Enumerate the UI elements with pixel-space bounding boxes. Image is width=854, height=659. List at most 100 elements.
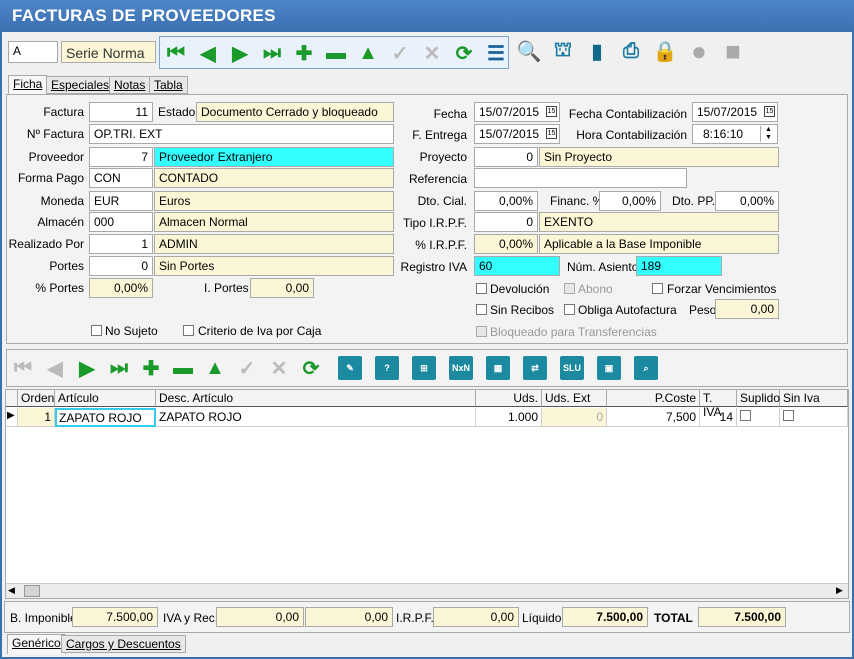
column-header[interactable]: Sin Iva	[780, 390, 848, 407]
tab-cargos-descuentos[interactable]: Cargos y Descuentos	[61, 635, 186, 653]
almacen-name-field: Almacen Normal	[154, 212, 394, 232]
help-icon[interactable]: ?	[375, 356, 399, 380]
next-record-icon[interactable]: ▶	[227, 40, 253, 66]
calendar-icon[interactable]: 15	[764, 106, 775, 117]
tab-notas[interactable]: Notas	[109, 76, 151, 94]
factura-field[interactable]: 11	[89, 102, 153, 122]
previous-record-icon[interactable]: ◀	[195, 40, 221, 66]
add-line-icon[interactable]: ✚	[138, 355, 164, 381]
device-icon[interactable]: ▣	[597, 356, 621, 380]
moneda-code-field[interactable]: EUR	[89, 191, 153, 211]
column-header[interactable]: Artículo	[55, 390, 156, 407]
exit-door-icon[interactable]: ▮	[584, 38, 610, 64]
column-header[interactable]: Orden	[18, 390, 55, 407]
liquido-label: Líquido	[522, 611, 562, 625]
obliga-checkbox[interactable]	[564, 304, 575, 315]
stop-icon[interactable]: ●	[686, 36, 712, 66]
hierarchy-icon[interactable]: ⊞	[412, 356, 436, 380]
last-line-icon[interactable]: ⏭	[106, 355, 132, 381]
print-icon[interactable]: ⎙	[618, 38, 644, 64]
confirm-icon[interactable]: ✓	[387, 40, 413, 66]
lock-icon[interactable]: 🔒	[652, 38, 678, 64]
table-cell-tiva[interactable]: 14	[700, 408, 737, 427]
scrollbar-thumb[interactable]	[24, 585, 40, 597]
scroll-right-icon[interactable]: ▶	[836, 585, 843, 596]
column-header[interactable]: Uds.	[476, 390, 542, 407]
forzar-checkbox[interactable]	[652, 283, 663, 294]
previous-line-icon[interactable]: ◀	[42, 355, 68, 381]
cancel-line-icon[interactable]: ✕	[266, 355, 292, 381]
search-window-icon[interactable]: ⌕	[634, 356, 658, 380]
table-cell-articulo[interactable]: ZAPATO ROJO	[55, 408, 156, 427]
dtocial-label: Dto. Cial.	[417, 194, 467, 208]
almacen-code-field[interactable]: 000	[89, 212, 153, 232]
calculator-icon[interactable]: ▦	[486, 356, 510, 380]
nxn-icon[interactable]: NxN	[449, 356, 473, 380]
edit-document-icon[interactable]: ✎	[338, 356, 362, 380]
search-icon[interactable]: 🔍	[516, 38, 542, 64]
list-icon[interactable]: ☰	[483, 40, 509, 66]
tab-especiales[interactable]: Especiales	[46, 76, 115, 94]
pportes-field: 0,00%	[89, 278, 153, 298]
refresh-icon[interactable]: ⟳	[451, 40, 477, 66]
table-cell-uds[interactable]: 1.000	[476, 408, 542, 427]
calendar-icon[interactable]: 15	[546, 106, 557, 117]
realizado-label: Realizado Por	[8, 237, 84, 251]
first-line-icon[interactable]: ⏮	[10, 355, 36, 381]
next-line-icon[interactable]: ▶	[74, 355, 100, 381]
edit-line-icon[interactable]: ▲	[202, 355, 228, 381]
column-header[interactable]: Desc. Artículo	[156, 390, 476, 407]
fecha-label: Fecha	[433, 107, 467, 121]
column-header[interactable]: T. IVA	[700, 390, 737, 419]
pportes-label: % Portes	[35, 281, 84, 295]
proyecto-code-field[interactable]: 0	[474, 147, 538, 167]
tab-generico[interactable]: Genérico	[7, 634, 66, 654]
bloqueado-checkbox[interactable]	[476, 326, 487, 337]
slu-icon[interactable]: SLU	[560, 356, 584, 380]
column-header[interactable]: P.Coste	[607, 390, 700, 407]
column-header[interactable]: Uds. Ext	[542, 390, 607, 407]
nfactura-field[interactable]: OP.TRI. EXT	[89, 124, 394, 144]
table-cell-udsext[interactable]: 0	[542, 408, 607, 427]
calendar-icon[interactable]: 15	[546, 128, 557, 139]
last-record-icon[interactable]: ⏭	[259, 40, 285, 66]
tab-ficha[interactable]: Ficha	[8, 75, 48, 95]
serie-code-input[interactable]: A	[8, 41, 58, 63]
devolucion-checkbox[interactable]	[476, 283, 487, 294]
rec-field: 0,00	[305, 607, 393, 627]
formapago-code-field[interactable]: CON	[89, 168, 153, 188]
suplido-checkbox[interactable]	[740, 410, 751, 421]
siniva-checkbox[interactable]	[783, 410, 794, 421]
delete-record-icon[interactable]: ▬	[323, 40, 349, 66]
add-record-icon[interactable]: ✚	[291, 40, 317, 66]
confirm-line-icon[interactable]: ✓	[234, 355, 260, 381]
edit-record-icon[interactable]: ▲	[355, 40, 381, 66]
copy-icon[interactable]: ■	[720, 36, 746, 66]
first-record-icon[interactable]: ⏮	[163, 40, 189, 66]
referencia-field[interactable]	[474, 168, 687, 188]
abono-checkbox[interactable]	[564, 283, 575, 294]
nosujeto-checkbox[interactable]	[91, 325, 102, 336]
dtocial-field[interactable]: 0,00%	[474, 191, 538, 211]
portes-code-field[interactable]: 0	[89, 256, 153, 276]
scroll-left-icon[interactable]: ◀	[8, 585, 15, 596]
refresh-lines-icon[interactable]: ⟳	[298, 355, 324, 381]
network-icon[interactable]: ⛫	[550, 38, 576, 64]
document-exchange-icon[interactable]: ⇄	[523, 356, 547, 380]
horizontal-scrollbar[interactable]: ◀ ▶	[6, 583, 848, 598]
column-header[interactable]: Suplido	[737, 390, 780, 407]
proveedor-code-field[interactable]: 7	[89, 147, 153, 167]
time-spinner-icon[interactable]: ▲ ▼	[760, 126, 776, 142]
delete-line-icon[interactable]: ▬	[170, 355, 196, 381]
cancel-icon[interactable]: ✕	[419, 40, 445, 66]
sinrecibos-checkbox[interactable]	[476, 304, 487, 315]
financ-field[interactable]: 0,00%	[599, 191, 661, 211]
tab-tabla[interactable]: Tabla	[149, 76, 188, 94]
table-cell-desc[interactable]: ZAPATO ROJO	[156, 408, 476, 427]
table-cell-pcoste[interactable]: 7,500	[607, 408, 700, 427]
dtopp-field[interactable]: 0,00%	[715, 191, 779, 211]
realizado-code-field[interactable]: 1	[89, 234, 153, 254]
table-cell-orden[interactable]: 1	[18, 408, 55, 427]
criterio-checkbox[interactable]	[183, 325, 194, 336]
tipoirpf-code-field[interactable]: 0	[474, 212, 538, 232]
